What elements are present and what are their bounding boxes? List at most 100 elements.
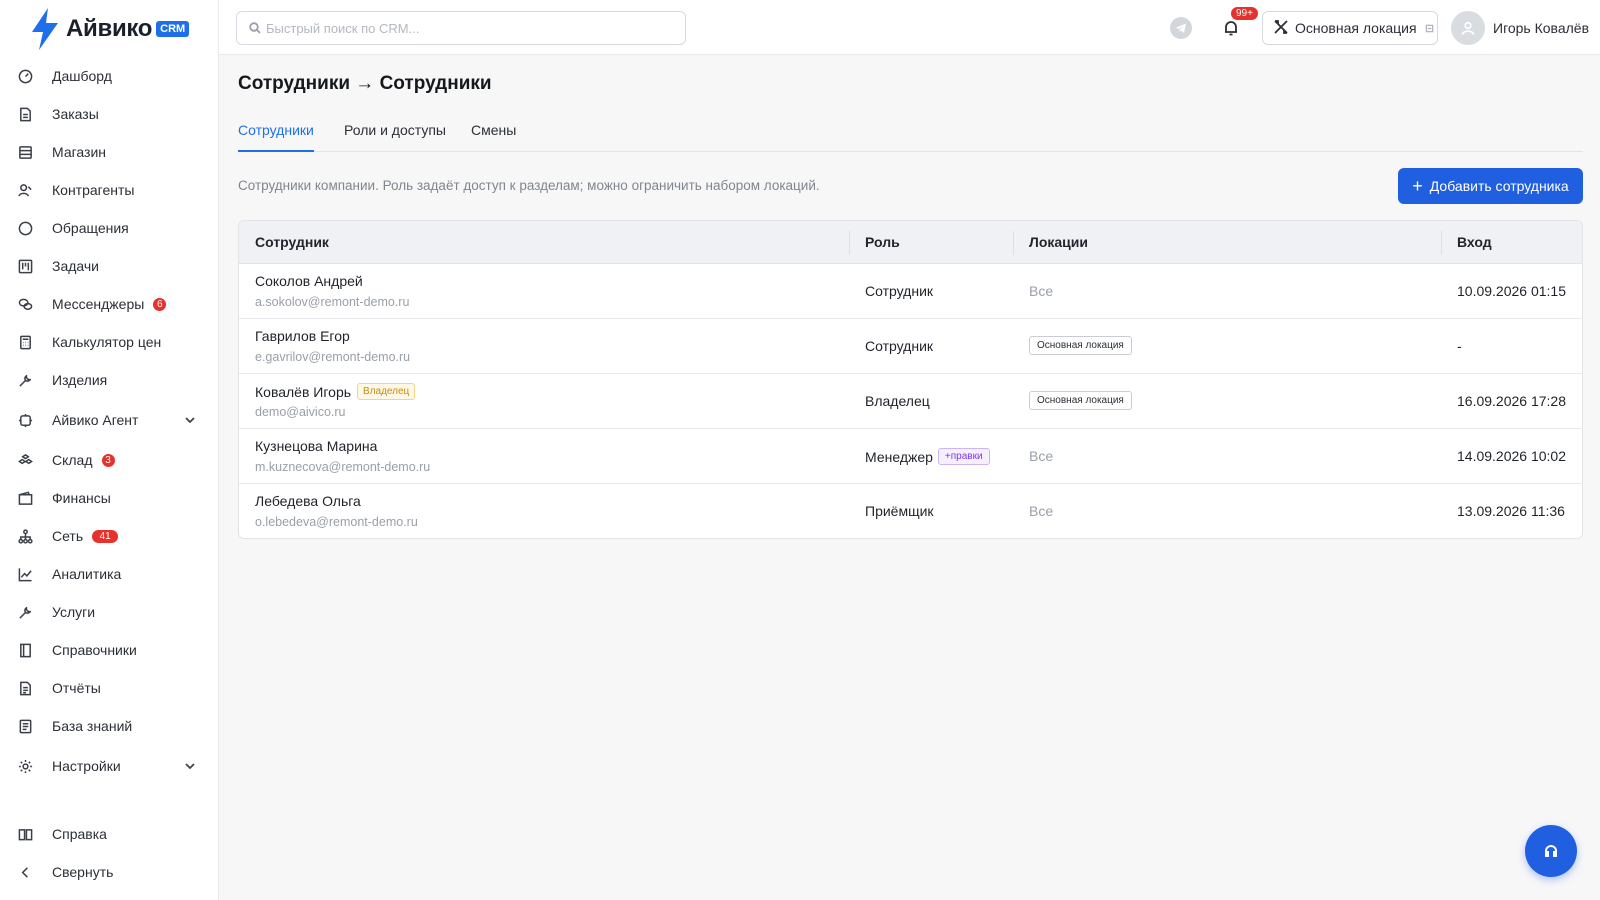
search-icon — [249, 22, 261, 34]
warehouse-count-badge: 3 — [101, 453, 115, 467]
employee-email: demo@aivico.ru — [255, 405, 346, 419]
employee-locations: Все — [1029, 283, 1054, 299]
sidebar: Айвико CRM Дашборд Заказы Магазин Контра… — [0, 0, 219, 900]
sidebar-item-label: Сеть — [52, 528, 84, 544]
employee-last-login: 10.09.2026 01:15 — [1457, 283, 1566, 299]
telegram-icon — [1176, 23, 1186, 33]
sidebar-item-messengers[interactable]: Мессенджеры 6 — [0, 285, 218, 323]
employee-role: Приёмщик — [865, 503, 934, 519]
contacts-icon — [16, 181, 34, 199]
sidebar-collapse-button[interactable]: Свернуть — [0, 853, 218, 891]
permissions-badge: +правки — [937, 448, 990, 465]
employee-email: o.lebedeva@remont-demo.ru — [255, 515, 418, 529]
sidebar-item-label: Контрагенты — [52, 182, 135, 198]
employee-name: Гаврилов Егор — [255, 328, 350, 344]
sidebar-item-orders[interactable]: Заказы — [0, 95, 218, 133]
employees-table: Сотрудник Роль Локации Вход Соколов Андр… — [238, 220, 1583, 539]
headset-icon — [1545, 845, 1557, 857]
sidebar-item-knowledge-base[interactable]: База знаний — [0, 707, 218, 745]
employee-role: Сотрудник — [865, 283, 934, 299]
sidebar-item-services[interactable]: Услуги — [0, 593, 218, 631]
knowledge-icon — [16, 717, 34, 735]
sidebar-item-label: Айвико Агент — [52, 412, 139, 428]
search-box[interactable] — [236, 11, 686, 45]
sidebar-item-label: Дашборд — [52, 68, 112, 84]
tabs: Сотрудники Роли и доступы Смены — [238, 116, 1583, 152]
location-selector[interactable]: Основная локация — [1262, 11, 1438, 45]
table-row[interactable]: Гаврилов Егор e.gavrilov@remont-demo.ru … — [239, 319, 1582, 374]
sidebar-item-products[interactable]: Изделия — [0, 361, 218, 399]
telegram-button[interactable] — [1170, 17, 1192, 39]
network-icon — [16, 527, 34, 545]
table-row[interactable]: Кузнецова Марина m.kuznecova@remont-demo… — [239, 429, 1582, 484]
chevron-down-icon — [184, 759, 196, 771]
column-header-login[interactable]: Вход — [1457, 234, 1492, 250]
sidebar-item-label: Справка — [52, 826, 107, 842]
chart-icon — [16, 565, 34, 583]
column-header-role[interactable]: Роль — [865, 234, 900, 250]
user-menu[interactable]: Игорь Ковалёв — [1451, 11, 1589, 45]
lock-icon — [1425, 20, 1434, 36]
add-employee-button[interactable]: + Добавить сотрудника — [1398, 168, 1583, 204]
notifications-badge: 99+ — [1231, 7, 1258, 20]
sidebar-item-help[interactable]: Справка — [0, 815, 218, 853]
column-header-locations[interactable]: Локации — [1029, 234, 1088, 250]
wallet-icon — [16, 489, 34, 507]
sidebar-item-label: Услуги — [52, 604, 96, 620]
book-icon — [16, 641, 34, 659]
brand-name: Айвико — [66, 15, 153, 42]
chat-icon — [16, 219, 34, 237]
bell-icon — [1225, 21, 1237, 36]
sidebar-item-directories[interactable]: Справочники — [0, 631, 218, 669]
topbar: 99+ Основная локация Игорь Ковалёв — [219, 0, 1600, 55]
sidebar-item-label: Заказы — [52, 106, 99, 122]
location-tag: Основная локация — [1029, 336, 1132, 355]
employee-name: Ковалёв Игорь — [255, 383, 352, 400]
tab-employees[interactable]: Сотрудники — [238, 122, 314, 152]
sidebar-item-contractors[interactable]: Контрагенты — [0, 171, 218, 209]
employee-locations: Все — [1029, 448, 1054, 464]
table-row[interactable]: Лебедева Ольга o.lebedeva@remont-demo.ru… — [239, 484, 1582, 538]
network-count-badge: 41 — [92, 529, 119, 543]
page-title: Сотрудники → Сотрудники — [238, 73, 492, 94]
calculator-icon — [16, 333, 34, 351]
logo[interactable]: Айвико CRM — [28, 6, 190, 52]
brand-badge: CRM — [156, 21, 190, 37]
support-chat-button[interactable] — [1525, 825, 1577, 877]
sidebar-item-reports[interactable]: Отчёты — [0, 669, 218, 707]
sidebar-item-label: Изделия — [52, 372, 108, 388]
sidebar-item-finance[interactable]: Финансы — [0, 479, 218, 517]
sidebar-item-label: Отчёты — [52, 680, 101, 696]
sidebar-item-dashboard[interactable]: Дашборд — [0, 57, 218, 95]
column-header-employee[interactable]: Сотрудник — [255, 234, 329, 250]
user-name: Игорь Ковалёв — [1493, 20, 1590, 36]
add-employee-label: Добавить сотрудника — [1429, 178, 1569, 194]
tools-icon — [1273, 19, 1289, 38]
sidebar-item-label: Справочники — [52, 642, 137, 658]
location-tag: Основная локация — [1029, 391, 1132, 410]
table-row[interactable]: Ковалёв Игорь Владелец demo@aivico.ru Вл… — [239, 374, 1582, 429]
tab-shifts[interactable]: Смены — [471, 122, 516, 152]
user-icon — [1461, 21, 1475, 35]
sidebar-item-network[interactable]: Сеть 41 — [0, 517, 218, 555]
sidebar-item-tasks[interactable]: Задачи — [0, 247, 218, 285]
table-row[interactable]: Соколов Андрей a.sokolov@remont-demo.ru … — [239, 264, 1582, 319]
sidebar-item-requests[interactable]: Обращения — [0, 209, 218, 247]
employee-name: Кузнецова Марина — [255, 438, 378, 454]
sidebar-item-price-calculator[interactable]: Калькулятор цен — [0, 323, 218, 361]
employee-name: Соколов Андрей — [255, 273, 363, 289]
sidebar-item-settings[interactable]: Настройки — [0, 747, 218, 785]
employee-role: Сотрудник — [865, 338, 934, 354]
warehouse-icon — [16, 451, 34, 469]
bolt-logo-icon — [32, 8, 58, 50]
sidebar-item-aivico-agent[interactable]: Айвико Агент — [0, 401, 218, 439]
page-description: Сотрудники компании. Роль задаёт доступ … — [238, 178, 820, 193]
sidebar-item-analytics[interactable]: Аналитика — [0, 555, 218, 593]
employee-last-login: - — [1457, 338, 1462, 354]
search-input[interactable] — [266, 20, 666, 36]
tab-roles-access[interactable]: Роли и доступы — [344, 122, 446, 152]
column-divider — [1441, 231, 1442, 255]
sidebar-item-warehouse[interactable]: Склад 3 — [0, 441, 218, 479]
sidebar-item-store[interactable]: Магазин — [0, 133, 218, 171]
employee-email: a.sokolov@remont-demo.ru — [255, 295, 410, 309]
